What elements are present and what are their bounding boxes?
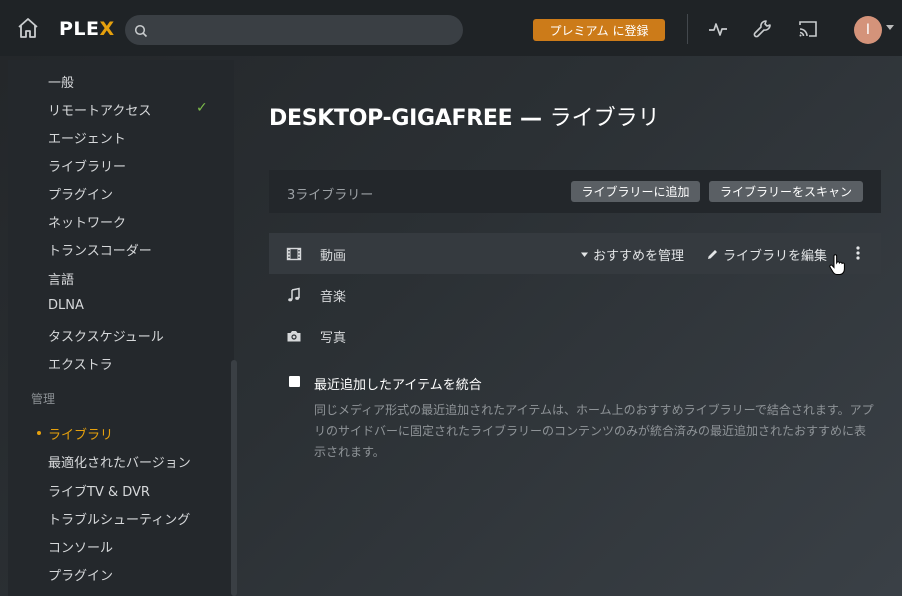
- library-row-music[interactable]: 音楽: [269, 274, 881, 315]
- library-row-movies[interactable]: 動画 おすすめを管理 ライブラリを編集: [269, 233, 881, 274]
- caret-down-icon: [581, 252, 588, 257]
- sidebar-item-scheduled-tasks[interactable]: タスクスケジュール: [48, 326, 164, 345]
- library-row-photos[interactable]: 写真: [269, 315, 881, 356]
- library-name: 写真: [320, 331, 347, 346]
- sidebar-item-live-tv-dvr[interactable]: ライブTV & DVR: [48, 481, 150, 500]
- sidebar-item-plugins[interactable]: プラグイン: [48, 184, 113, 203]
- sidebar-item-transcoder[interactable]: トランスコーダー: [48, 240, 152, 259]
- plex-logo[interactable]: PLEX: [59, 18, 115, 40]
- sidebar-item-remote-access[interactable]: リモートアクセス: [48, 100, 151, 119]
- edit-library-button[interactable]: ライブラリを編集: [706, 245, 827, 264]
- combine-recently-added-checkbox[interactable]: [289, 376, 300, 387]
- settings-sidebar: 一般 リモートアクセス ✓ エージェント ライブラリー プラグイン ネットワーク…: [8, 60, 237, 596]
- manage-recommended-button[interactable]: おすすめを管理: [580, 245, 684, 264]
- camera-icon: [286, 328, 302, 344]
- title-suffix: ライブラリ: [549, 106, 660, 131]
- chevron-down-icon[interactable]: [886, 25, 894, 30]
- logo-text: PLE: [59, 18, 100, 40]
- logo-x: X: [99, 18, 115, 40]
- combine-recently-added-description: 同じメディア形式の最近追加されたアイテムは、ホーム上のおすすめライブラリーで結合…: [314, 403, 874, 459]
- premium-signup-button[interactable]: プレミアム に登録: [533, 19, 665, 41]
- sidebar-item-network[interactable]: ネットワーク: [48, 212, 126, 231]
- more-options-icon[interactable]: [852, 244, 864, 262]
- add-library-button[interactable]: ライブラリーに追加: [571, 181, 700, 202]
- check-icon: ✓: [196, 100, 208, 116]
- pencil-icon: [708, 250, 717, 259]
- search-input[interactable]: [155, 15, 455, 45]
- library-name: 動画: [320, 249, 347, 264]
- scan-library-button[interactable]: ライブラリーをスキャン: [709, 181, 863, 202]
- activity-icon[interactable]: [707, 18, 729, 40]
- wrench-icon[interactable]: [752, 18, 774, 40]
- sidebar-item-console[interactable]: コンソール: [48, 537, 113, 556]
- sidebar-item-general[interactable]: 一般: [48, 72, 74, 91]
- search-icon: [134, 23, 148, 38]
- top-bar: PLEX プレミアム に登録 I: [0, 0, 902, 56]
- library-count: 3ライブラリー: [287, 188, 374, 203]
- sidebar-item-libraries[interactable]: ライブラリ: [48, 424, 113, 443]
- sidebar-item-extras[interactable]: エクストラ: [48, 354, 113, 373]
- library-toolbar: 3ライブラリー ライブラリーに追加 ライブラリーをスキャン: [269, 170, 881, 213]
- film-icon: [286, 246, 302, 262]
- search-box[interactable]: [125, 15, 463, 45]
- edit-library-label: ライブラリを編集: [723, 249, 828, 264]
- sidebar-item-library[interactable]: ライブラリー: [48, 156, 126, 175]
- home-icon[interactable]: [16, 17, 40, 39]
- sidebar-item-languages[interactable]: 言語: [48, 269, 74, 288]
- sidebar-item-optimized-versions[interactable]: 最適化されたバージョン: [48, 452, 191, 471]
- page-title: DESKTOP-GIGAFREE — ライブラリ: [269, 100, 660, 132]
- hand-cursor-icon: [829, 254, 845, 278]
- library-name: 音楽: [320, 290, 347, 305]
- avatar[interactable]: I: [854, 16, 882, 44]
- sidebar-scrollbar[interactable]: [231, 360, 237, 596]
- sidebar-item-dlna[interactable]: DLNA: [48, 298, 84, 313]
- cast-icon[interactable]: [797, 18, 819, 40]
- sidebar-item-troubleshooting[interactable]: トラブルシューティング: [48, 509, 190, 528]
- sidebar-item-agents[interactable]: エージェント: [48, 128, 126, 147]
- sidebar-item-manage-plugins[interactable]: プラグイン: [48, 565, 113, 584]
- active-bullet: [37, 431, 41, 435]
- manage-recommended-label: おすすめを管理: [593, 249, 685, 264]
- title-separator: —: [512, 106, 550, 131]
- sidebar-section-manage: 管理: [31, 392, 56, 406]
- combine-recently-added-label: 最近追加したアイテムを統合: [314, 378, 482, 393]
- music-icon: [286, 287, 302, 303]
- server-name: DESKTOP-GIGAFREE: [269, 106, 513, 131]
- topbar-divider: [687, 14, 688, 44]
